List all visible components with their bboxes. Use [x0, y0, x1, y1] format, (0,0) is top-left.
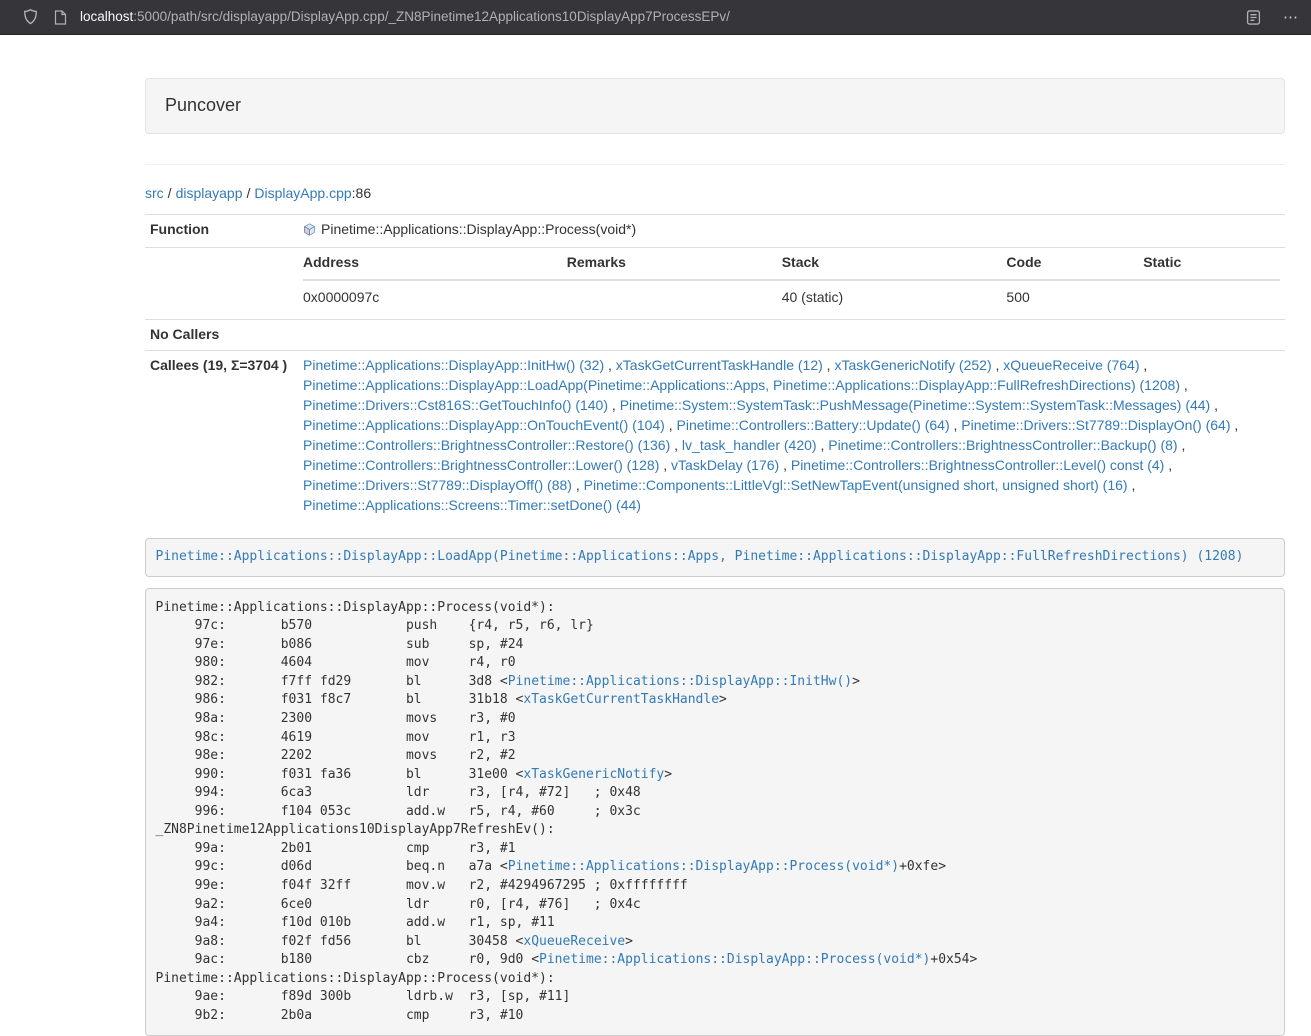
- disassembly-line: 98c: 4619 mov r1, r3: [156, 729, 1275, 748]
- browser-url-bar: localhost:5000/path/src/displayapp/Displ…: [0, 0, 1311, 35]
- column-header-address: Address: [303, 253, 567, 280]
- callee-link[interactable]: Pinetime::Applications::DisplayApp::Init…: [303, 357, 604, 373]
- callee-link[interactable]: Pinetime::Applications::Screens::Timer::…: [303, 497, 641, 513]
- disassembly-line: 9a8: f02f fd56 bl 30458 <xQueueReceive>: [156, 933, 1275, 952]
- summary-empty-label: [145, 247, 298, 319]
- disassembly-line: 9b2: 2b0a cmp r3, #10: [156, 1007, 1275, 1026]
- url-input[interactable]: localhost:5000/path/src/displayapp/Displ…: [80, 7, 1234, 26]
- table-row: 0x0000097c 40 (static) 500: [303, 280, 1280, 314]
- disassembly-line: 99e: f04f 32ff mov.w r2, #4294967295 ; 0…: [156, 877, 1275, 896]
- disassembly-line: Pinetime::Applications::DisplayApp::Proc…: [156, 599, 1275, 618]
- disassembly-line: 994: 6ca3 ldr r3, [r4, #72] ; 0x48: [156, 784, 1275, 803]
- callee-link[interactable]: vTaskDelay (176): [671, 457, 779, 473]
- callees-label: Callees (19, Σ=3704 ): [145, 350, 298, 520]
- callee-link[interactable]: xTaskGetCurrentTaskHandle (12): [616, 357, 823, 373]
- disassembly-line: 9ac: b180 cbz r0, 9d0 <Pinetime::Applica…: [156, 951, 1275, 970]
- callee-link[interactable]: Pinetime::Applications::DisplayApp::Load…: [303, 377, 1180, 393]
- disassembly-line: 986: f031 f8c7 bl 31b18 <xTaskGetCurrent…: [156, 691, 1275, 710]
- breadcrumb-link-file[interactable]: DisplayApp.cpp: [254, 185, 351, 201]
- disassembly-line: _ZN8Pinetime12Applications10DisplayApp7R…: [156, 821, 1275, 840]
- function-label: Function: [145, 214, 298, 247]
- summary-row: Address Remarks Stack Code Static 0x0000…: [145, 247, 1285, 319]
- column-header-code: Code: [1006, 253, 1143, 280]
- callee-link[interactable]: Pinetime::Controllers::BrightnessControl…: [303, 457, 659, 473]
- disassembly-symbol-link[interactable]: xTaskGenericNotify: [523, 767, 664, 782]
- summary-table: Address Remarks Stack Code Static 0x0000…: [303, 253, 1280, 314]
- urlbar-actions: ⋯: [1246, 10, 1299, 25]
- breadcrumb-line-number: :86: [352, 185, 371, 201]
- callee-link[interactable]: lv_task_handler (420): [682, 437, 817, 453]
- disassembly-symbol-link[interactable]: xTaskGetCurrentTaskHandle: [523, 692, 719, 707]
- column-header-remarks: Remarks: [567, 253, 782, 280]
- disassembly-line: 996: f104 053c add.w r5, r4, #60 ; 0x3c: [156, 803, 1275, 822]
- static-value: [1143, 280, 1280, 314]
- address-value: 0x0000097c: [303, 280, 567, 314]
- callee-link[interactable]: xTaskGenericNotify (252): [834, 357, 991, 373]
- divider: [145, 164, 1285, 165]
- page-actions-menu-icon[interactable]: ⋯: [1283, 10, 1299, 25]
- function-name: Pinetime::Applications::DisplayApp::Proc…: [321, 221, 636, 237]
- symbol-highlight-box: Pinetime::Applications::DisplayApp::Load…: [145, 538, 1285, 578]
- disassembly-line: 9a2: 6ce0 ldr r0, [r4, #76] ; 0x4c: [156, 896, 1275, 915]
- stack-value: 40 (static): [782, 280, 1007, 314]
- page-container: Puncover src/displayapp/DisplayApp.cpp:8…: [145, 78, 1285, 1036]
- disassembly-symbol-link[interactable]: Pinetime::Applications::DisplayApp::Proc…: [539, 952, 930, 967]
- callee-link[interactable]: Pinetime::Drivers::St7789::DisplayOff() …: [303, 477, 572, 493]
- callee-link[interactable]: Pinetime::Controllers::Battery::Update()…: [677, 417, 950, 433]
- disassembly-line: Pinetime::Applications::DisplayApp::Proc…: [156, 970, 1275, 989]
- disassembly-block: Pinetime::Applications::DisplayApp::Proc…: [145, 588, 1285, 1036]
- code-value: 500: [1006, 280, 1143, 314]
- symbol-link[interactable]: Pinetime::Applications::DisplayApp::Load…: [156, 549, 1244, 564]
- page-info-icon[interactable]: [54, 10, 67, 25]
- disassembly-symbol-link[interactable]: Pinetime::Applications::DisplayApp::Init…: [508, 674, 852, 689]
- callee-link[interactable]: Pinetime::Controllers::BrightnessControl…: [828, 437, 1177, 453]
- callee-link[interactable]: Pinetime::Drivers::St7789::DisplayOn() (…: [961, 417, 1230, 433]
- breadcrumb-link-src[interactable]: src: [145, 185, 164, 201]
- url-path: :5000/path/src/displayapp/DisplayApp.cpp…: [133, 9, 730, 24]
- breadcrumb: src/displayapp/DisplayApp.cpp:86: [145, 184, 1285, 204]
- disassembly-line: 982: f7ff fd29 bl 3d8 <Pinetime::Applica…: [156, 673, 1275, 692]
- disassembly-line: 980: 4604 mov r4, r0: [156, 654, 1275, 673]
- page-title: Puncover: [165, 95, 241, 115]
- disassembly-line: 99c: d06d beq.n a7a <Pinetime::Applicati…: [156, 858, 1275, 877]
- breadcrumb-separator: /: [247, 185, 251, 201]
- disassembly-line: 97e: b086 sub sp, #24: [156, 636, 1275, 655]
- function-row: Function Pinetime::Applications::Display…: [145, 214, 1285, 247]
- callee-link[interactable]: Pinetime::Components::LittleVgl::SetNewT…: [584, 477, 1128, 493]
- url-host: localhost: [80, 9, 133, 24]
- disassembly-line: 97c: b570 push {r4, r5, r6, lr}: [156, 617, 1275, 636]
- disassembly-symbol-link[interactable]: Pinetime::Applications::DisplayApp::Proc…: [508, 859, 899, 874]
- method-icon: [303, 222, 316, 242]
- callee-link[interactable]: Pinetime::System::SystemTask::PushMessag…: [620, 397, 1211, 413]
- callee-link[interactable]: xQueueReceive (764): [1003, 357, 1139, 373]
- disassembly-symbol-link[interactable]: xQueueReceive: [523, 934, 625, 949]
- disassembly-line: 990: f031 fa36 bl 31e00 <xTaskGenericNot…: [156, 766, 1275, 785]
- reader-mode-icon[interactable]: [1246, 10, 1261, 25]
- callees-row: Callees (19, Σ=3704 ) Pinetime::Applicat…: [145, 350, 1285, 520]
- breadcrumb-link-displayapp[interactable]: displayapp: [176, 185, 243, 201]
- disassembly-line: 98a: 2300 movs r3, #0: [156, 710, 1275, 729]
- disassembly-line: 9a4: f10d 010b add.w r1, sp, #11: [156, 914, 1275, 933]
- breadcrumb-separator: /: [168, 185, 172, 201]
- callee-link[interactable]: Pinetime::Controllers::BrightnessControl…: [791, 457, 1164, 473]
- function-table: Function Pinetime::Applications::Display…: [145, 214, 1285, 521]
- puncover-header-panel: Puncover: [145, 78, 1285, 134]
- callee-link[interactable]: Pinetime::Applications::DisplayApp::OnTo…: [303, 417, 665, 433]
- column-header-stack: Stack: [782, 253, 1007, 280]
- no-callers-row: No Callers: [145, 319, 1285, 350]
- disassembly-line: 98e: 2202 movs r2, #2: [156, 747, 1275, 766]
- no-callers-label: No Callers: [145, 319, 298, 350]
- callee-link[interactable]: Pinetime::Controllers::BrightnessControl…: [303, 437, 670, 453]
- shield-icon[interactable]: [22, 8, 39, 26]
- disassembly-line: 99a: 2b01 cmp r3, #1: [156, 840, 1275, 859]
- callees-list: Pinetime::Applications::DisplayApp::Init…: [298, 350, 1285, 520]
- column-header-static: Static: [1143, 253, 1280, 280]
- callee-link[interactable]: Pinetime::Drivers::Cst816S::GetTouchInfo…: [303, 397, 608, 413]
- remarks-value: [567, 280, 782, 314]
